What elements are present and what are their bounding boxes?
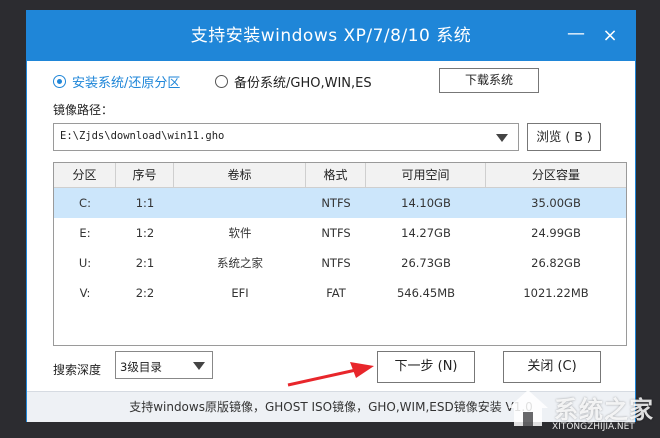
watermark-text: 系统之家 — [554, 396, 654, 424]
house-logo-icon — [508, 390, 548, 426]
watermark: 系统之家 XITONGZHIJIA.NET — [502, 384, 658, 436]
watermark-url: XITONGZHIJIA.NET — [552, 422, 635, 432]
arrow-head — [350, 362, 374, 378]
arrow-shaft — [287, 368, 357, 387]
annotation-arrow — [287, 362, 374, 387]
